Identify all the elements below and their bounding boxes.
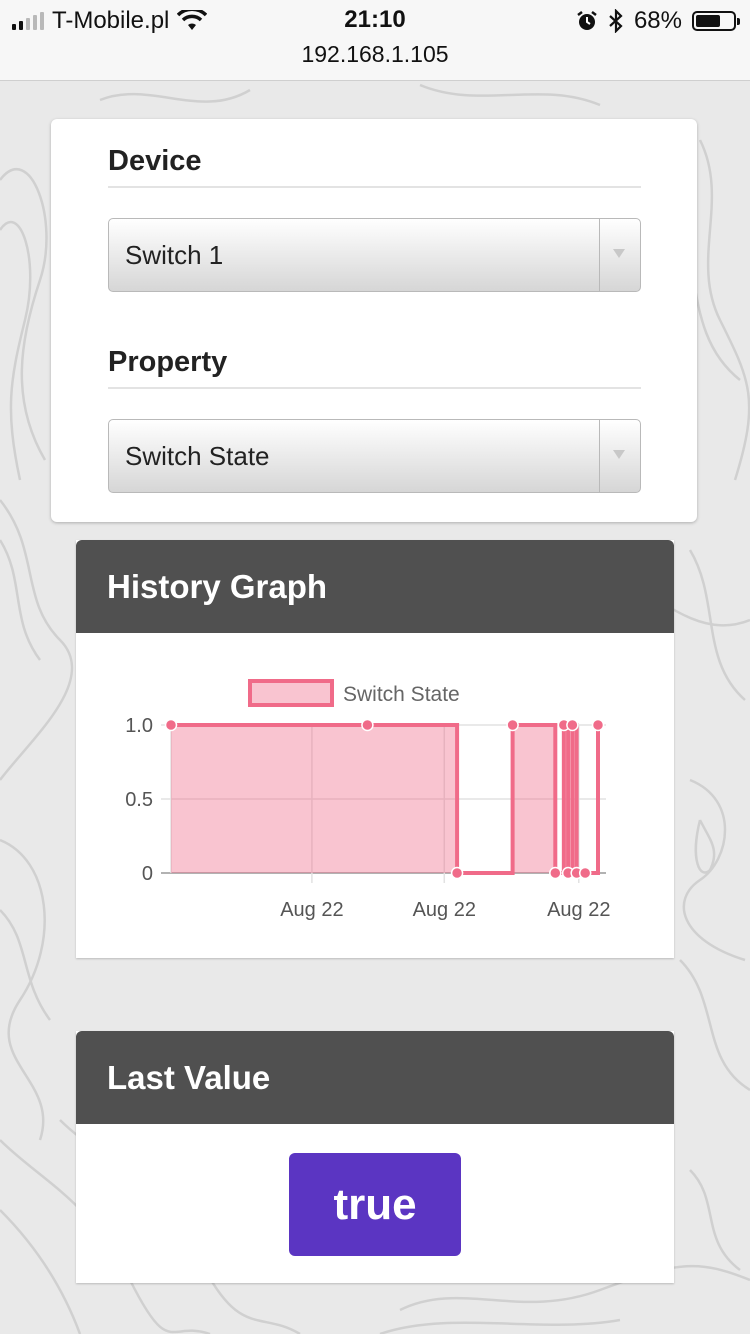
data-point[interactable] [506,718,519,732]
chart-legend[interactable]: Switch State [248,679,460,707]
property-select-value: Switch State [125,441,270,471]
history-chart: Switch State 1.0 0.5 0 Aug 22 Aug 22 Aug 22 [125,679,610,921]
data-point[interactable] [450,866,464,880]
status-bar: T-Mobile.pl 21:10 192.168.1.105 68% [0,0,750,81]
last-value-badge: true [289,1153,461,1256]
x-tick-label: Aug 22 [547,899,610,921]
device-select[interactable]: Switch 1 [108,218,641,292]
series-area [171,725,598,873]
x-tick-label: Aug 22 [280,899,343,921]
chevron-down-icon [613,450,625,459]
y-tick-label: 0 [142,863,153,885]
divider [108,387,641,389]
device-select-toggle[interactable] [599,219,640,291]
battery-percent: 68% [633,7,682,34]
address-url[interactable]: 192.168.1.105 [0,41,750,68]
data-point[interactable] [578,866,592,880]
legend-label: Switch State [343,683,460,706]
bluetooth-icon [609,9,623,33]
alarm-icon [577,11,597,30]
history-graph-title: History Graph [76,540,674,633]
legend-swatch [248,679,334,707]
chevron-down-icon [613,249,625,258]
property-select-toggle[interactable] [599,420,640,492]
data-point[interactable] [164,718,178,732]
battery-icon [692,11,740,31]
divider [108,186,641,188]
x-tick-label: Aug 22 [413,899,476,921]
y-tick-label: 0.5 [125,789,153,811]
device-label: Device [108,145,202,177]
chart-series [164,718,605,880]
device-select-value: Switch 1 [125,240,224,270]
last-value-panel: Last Value true [76,1031,674,1283]
data-point[interactable] [361,718,374,732]
last-value-title: Last Value [76,1031,674,1124]
selection-card: Device Switch 1 Property Switch State [51,119,697,522]
property-label: Property [108,346,228,378]
property-select[interactable]: Switch State [108,419,641,493]
status-right: 68% [576,7,740,34]
history-graph-panel: History Graph Switch State 1.0 0.5 0 Aug 22… [76,540,674,958]
data-point[interactable] [566,718,579,732]
y-tick-label: 1.0 [125,715,153,737]
data-point[interactable] [591,718,605,732]
data-point[interactable] [549,866,562,880]
